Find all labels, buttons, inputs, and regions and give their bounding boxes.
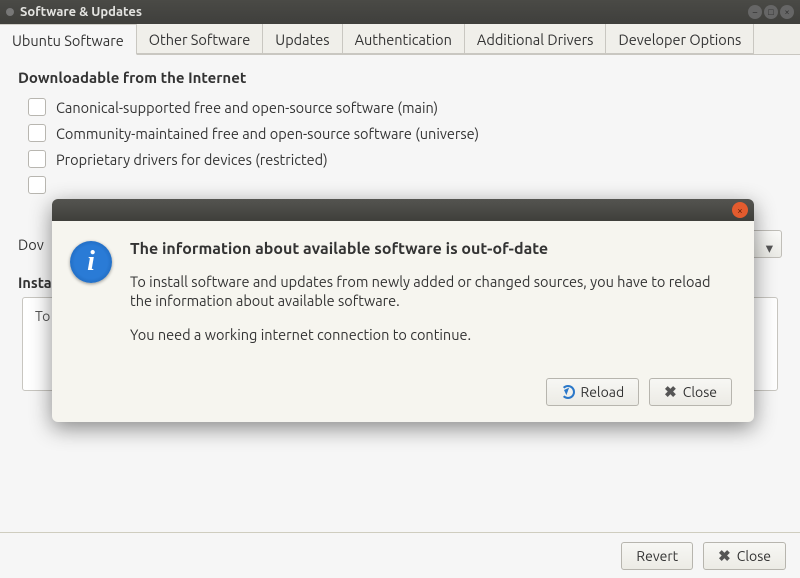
dialog-title: The information about available software…	[130, 239, 732, 260]
dialog-close-button[interactable]: ✖ Close	[649, 378, 732, 406]
button-label: Reload	[581, 384, 625, 400]
modal-overlay: × i The information about available soft…	[0, 0, 800, 578]
button-label: Close	[683, 384, 717, 400]
reload-icon	[561, 385, 575, 399]
outdated-info-dialog: × i The information about available soft…	[52, 199, 754, 422]
info-icon: i	[70, 241, 112, 283]
dialog-button-row: Reload ✖ Close	[52, 370, 754, 422]
close-icon: ✖	[664, 383, 677, 401]
dialog-message-2: You need a working internet connection t…	[130, 325, 732, 345]
reload-button[interactable]: Reload	[546, 378, 640, 406]
dialog-titlebar: ×	[52, 199, 754, 221]
dialog-body: i The information about available softwa…	[52, 221, 754, 370]
dialog-message-1: To install software and updates from new…	[130, 272, 732, 311]
dialog-text: The information about available software…	[130, 239, 732, 358]
dialog-close-icon[interactable]: ×	[732, 202, 748, 218]
